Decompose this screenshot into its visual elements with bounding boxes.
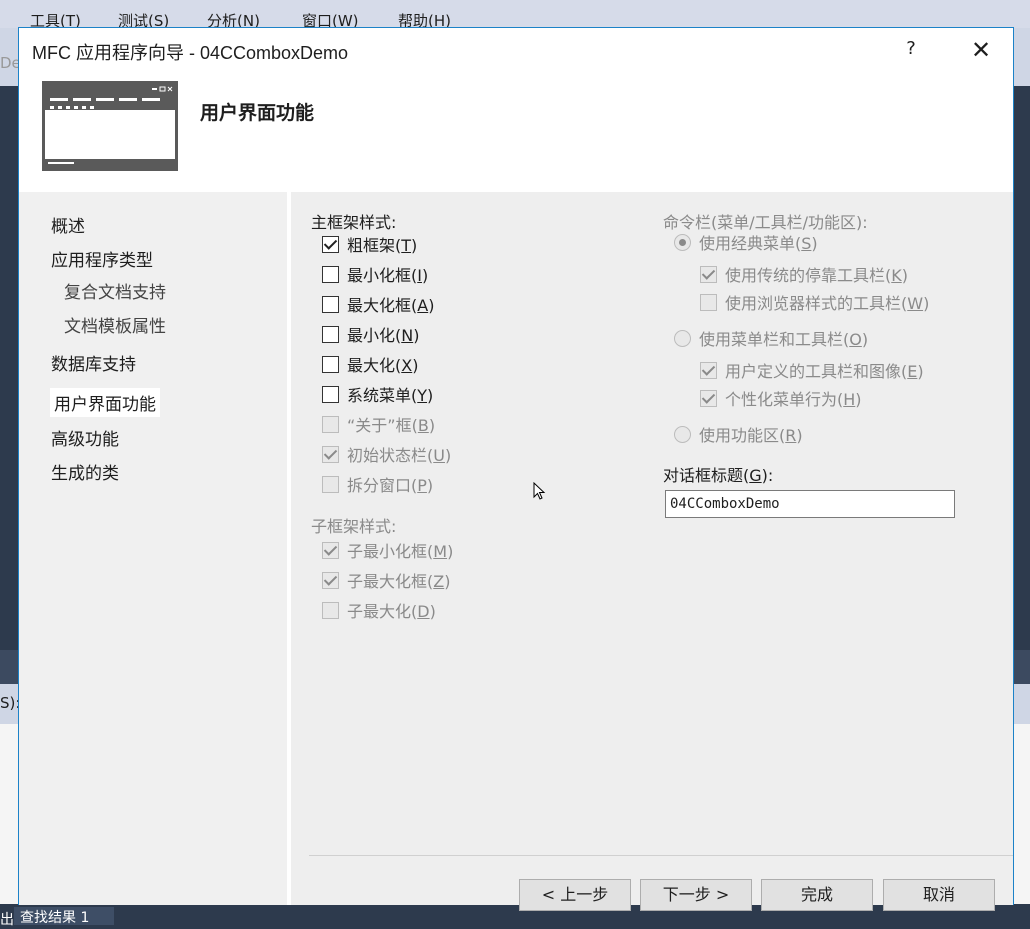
minimized-checkbox[interactable]: 最小化(N) xyxy=(322,322,419,346)
back-button[interactable]: < 上一步 xyxy=(519,879,631,911)
checkbox-label: 子最大化框(Z) xyxy=(347,572,451,591)
checkbox-box[interactable] xyxy=(322,265,339,283)
checkbox-label: 系统菜单(Y) xyxy=(347,386,434,405)
minimize-box-checkbox[interactable]: 最小化框(I) xyxy=(322,262,428,286)
ribbon-radio: 使用功能区(R) xyxy=(674,422,803,446)
checkbox-label: 使用传统的停靠工具栏(K) xyxy=(725,266,908,285)
main-frame-label: 主框架样式: xyxy=(311,213,397,232)
maximized-checkbox[interactable]: 最大化(X) xyxy=(322,352,418,376)
checkbox-label: 个性化菜单行为(H) xyxy=(725,390,862,409)
thick-frame-checkbox[interactable]: 粗框架(T) xyxy=(322,232,417,256)
nav-item-ui-features[interactable]: 用户界面功能 xyxy=(50,388,160,417)
ide-right-strip xyxy=(1014,86,1030,646)
radio-circle xyxy=(674,233,691,251)
ide-bottom-bar xyxy=(0,905,1030,925)
radio-label: 使用菜单栏和工具栏(O) xyxy=(699,330,869,349)
checkbox-box xyxy=(322,475,339,493)
nav-item-compound-doc[interactable]: 复合文档支持 xyxy=(64,278,166,303)
child-maximize-box-checkbox: 子最大化框(Z) xyxy=(322,568,450,592)
dialog-title: MFC 应用程序向导 - 04CComboxDemo xyxy=(32,43,349,63)
button-separator xyxy=(309,855,1013,856)
ide-bottom-prefix: 出 xyxy=(0,912,14,928)
classic-menu-radio: 使用经典菜单(S) xyxy=(674,230,818,254)
checkbox-label: 最小化框(I) xyxy=(347,266,429,285)
about-box-checkbox: “关于”框(B) xyxy=(322,412,435,436)
mouse-pointer-icon xyxy=(533,482,546,500)
checkbox-box xyxy=(700,361,717,379)
page-title: 用户界面功能 xyxy=(200,102,315,124)
close-button[interactable]: ✕ xyxy=(969,36,993,64)
radio-circle xyxy=(674,329,691,347)
child-frame-label: 子框架样式: xyxy=(311,517,397,536)
checkbox-box xyxy=(700,265,717,283)
nav-item-database[interactable]: 数据库支持 xyxy=(51,350,136,375)
checkbox-label: 子最大化(D) xyxy=(347,602,436,621)
window-illustration-icon xyxy=(42,81,178,171)
system-menu-checkbox[interactable]: 系统菜单(Y) xyxy=(322,382,433,406)
help-button[interactable]: ? xyxy=(899,38,923,62)
checkbox-label: 最小化(N) xyxy=(347,326,420,345)
nav-item-generated-classes[interactable]: 生成的类 xyxy=(51,459,119,484)
next-button[interactable]: 下一步 > xyxy=(640,879,752,911)
checkbox-box[interactable] xyxy=(322,295,339,313)
wizard-nav: 概述 应用程序类型 复合文档支持 文档模板属性 数据库支持 用户界面功能 高级功… xyxy=(19,192,287,905)
cancel-button[interactable]: 取消 xyxy=(883,879,995,911)
menubar-toolbar-radio: 使用菜单栏和工具栏(O) xyxy=(674,326,868,350)
dialog-title-input[interactable]: 04CComboxDemo xyxy=(665,490,955,518)
checkbox-box[interactable] xyxy=(322,355,339,373)
dialog-header: 用户界面功能 xyxy=(19,72,1013,192)
child-minimize-box-checkbox: 子最小化框(M) xyxy=(322,538,453,562)
user-toolbar-checkbox: 用户定义的工具栏和图像(E) xyxy=(700,358,924,382)
split-window-checkbox: 拆分窗口(P) xyxy=(322,472,433,496)
checkbox-label: “关于”框(B) xyxy=(347,416,436,435)
checkbox-box xyxy=(322,541,339,559)
checkbox-label: 初始状态栏(U) xyxy=(347,446,452,465)
ide-left-strip xyxy=(0,86,18,646)
checkbox-box xyxy=(700,293,717,311)
radio-label: 使用经典菜单(S) xyxy=(699,234,818,253)
maximize-box-checkbox[interactable]: 最大化框(A) xyxy=(322,292,434,316)
personalized-menu-checkbox: 个性化菜单行为(H) xyxy=(700,386,862,410)
checkbox-label: 使用浏览器样式的工具栏(W) xyxy=(725,294,930,313)
checkbox-label: 拆分窗口(P) xyxy=(347,476,434,495)
finish-button[interactable]: 完成 xyxy=(761,879,873,911)
checkbox-box xyxy=(322,415,339,433)
initial-status-bar-checkbox: 初始状态栏(U) xyxy=(322,442,451,466)
child-maximized-checkbox: 子最大化(D) xyxy=(322,598,436,622)
browser-toolbar-checkbox: 使用浏览器样式的工具栏(W) xyxy=(700,290,929,314)
nav-item-app-type[interactable]: 应用程序类型 xyxy=(51,246,153,271)
checkbox-box[interactable] xyxy=(322,385,339,403)
nav-item-doc-template[interactable]: 文档模板属性 xyxy=(64,312,166,337)
radio-circle xyxy=(674,425,691,443)
checkbox-label: 用户定义的工具栏和图像(E) xyxy=(725,362,924,381)
checkbox-box xyxy=(322,571,339,589)
wizard-dialog: MFC 应用程序向导 - 04CComboxDemo ? ✕ 用户界面功能 概述… xyxy=(18,27,1014,911)
nav-item-overview[interactable]: 概述 xyxy=(51,212,85,237)
checkbox-box xyxy=(322,445,339,463)
ide-tab-find-results[interactable]: 查找结果 1 xyxy=(14,907,114,926)
checkbox-label: 子最小化框(M) xyxy=(347,542,454,561)
checkbox-box[interactable] xyxy=(322,325,339,343)
checkbox-label: 最大化(X) xyxy=(347,356,419,375)
dialog-title-label: 对话框标题(G): xyxy=(663,466,774,485)
radio-label: 使用功能区(R) xyxy=(699,426,803,445)
nav-item-advanced[interactable]: 高级功能 xyxy=(51,425,119,450)
dialog-titlebar: MFC 应用程序向导 - 04CComboxDemo ? ✕ xyxy=(19,28,1013,72)
docking-toolbar-checkbox: 使用传统的停靠工具栏(K) xyxy=(700,262,908,286)
checkbox-box xyxy=(700,389,717,407)
checkbox-label: 粗框架(T) xyxy=(347,236,418,255)
ui-features-panel: 主框架样式: 粗框架(T) 最小化框(I) 最大化框(A) 最小化(N) 最大化… xyxy=(291,192,1013,911)
checkbox-box xyxy=(322,601,339,619)
checkbox-label: 最大化框(A) xyxy=(347,296,435,315)
checkbox-box[interactable] xyxy=(322,235,339,253)
